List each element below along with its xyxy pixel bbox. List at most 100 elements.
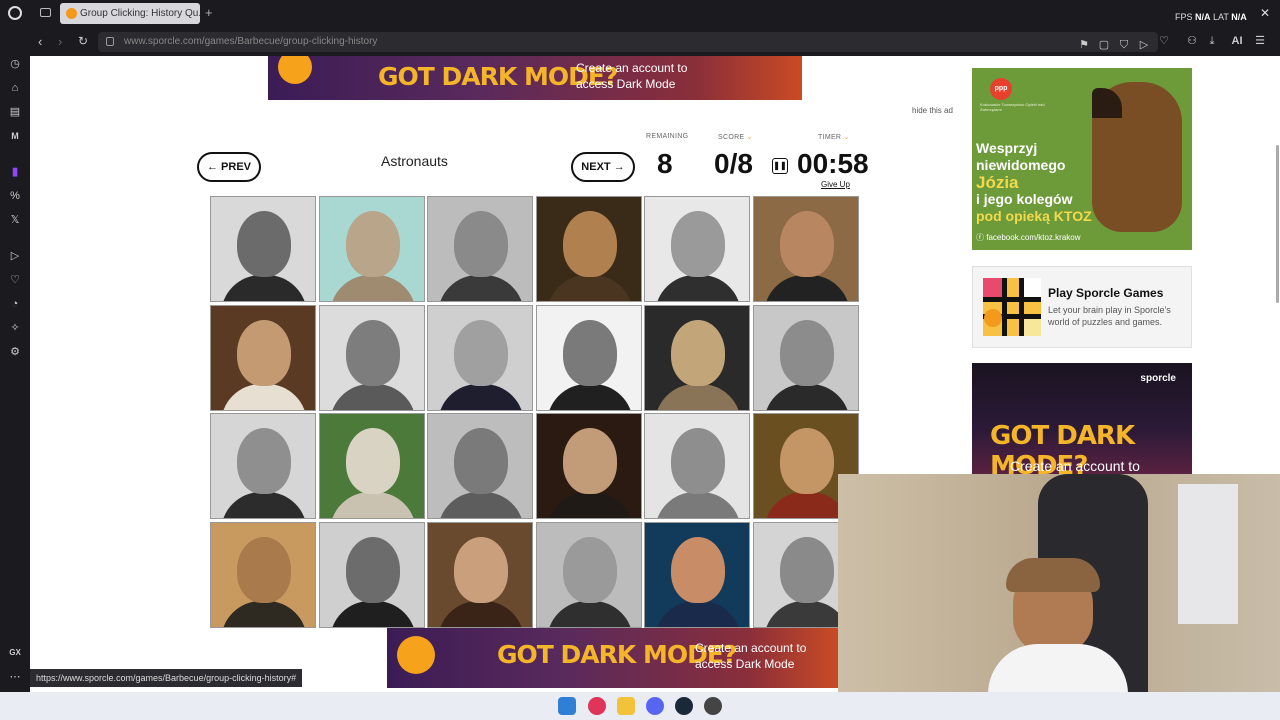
reload-icon[interactable]: ↻ (78, 34, 88, 48)
portrait-face (454, 319, 508, 386)
messenger-icon[interactable]: M (8, 129, 22, 143)
address-bar[interactable]: www.sporcle.com/games/Barbecue/group-cli… (98, 32, 1158, 52)
portrait-tile[interactable] (644, 304, 750, 411)
portrait-tile[interactable] (427, 196, 533, 302)
portrait-tile[interactable] (644, 413, 750, 519)
portrait-tile[interactable] (535, 521, 642, 628)
portrait-face (779, 319, 834, 386)
menu-icon[interactable]: ☰ (1254, 35, 1266, 47)
portrait-tile[interactable] (535, 196, 642, 302)
portrait-face (562, 428, 617, 494)
portrait-tile[interactable] (427, 304, 533, 411)
download-icon[interactable]: ⤓ (1206, 35, 1218, 47)
url-text[interactable]: www.sporcle.com/games/Barbecue/group-cli… (124, 36, 377, 47)
portrait-tile[interactable] (535, 304, 642, 411)
discord-icon[interactable] (646, 697, 664, 715)
play-sporcle-card[interactable]: Play Sporcle Games Let your brain play i… (972, 266, 1192, 348)
portrait-tile[interactable] (318, 413, 425, 519)
percent-icon[interactable]: % (8, 189, 22, 203)
portrait-tile[interactable] (535, 413, 642, 519)
portrait-face (454, 536, 508, 603)
portrait-grid (210, 196, 860, 629)
portrait-body (329, 600, 416, 627)
forward-icon[interactable]: › (58, 34, 62, 49)
arrow-left-icon: ← (206, 161, 218, 173)
history-icon[interactable]: ◔ (8, 297, 22, 311)
tabs-overview-icon[interactable] (40, 8, 51, 17)
portrait-body (546, 275, 633, 301)
ad-banner-top[interactable]: GOT DARK MODE? Create an account to acce… (268, 56, 802, 100)
portrait-body (221, 275, 307, 301)
windows-start-icon[interactable] (558, 697, 576, 715)
portrait-tile[interactable] (318, 196, 425, 302)
gx-control-icon[interactable]: ◷ (8, 57, 22, 71)
portrait-body (763, 492, 850, 518)
portrait-tile[interactable] (318, 521, 425, 628)
sporcle-ball-icon (397, 636, 435, 674)
portrait-tile[interactable] (427, 413, 533, 519)
file-explorer-icon[interactable] (617, 697, 635, 715)
ktoz-ad[interactable]: ppp Krakowskie Towarzystwo Opieki nad Zw… (972, 68, 1192, 250)
portrait-tile[interactable] (644, 196, 750, 302)
heart-icon[interactable]: ♡ (1158, 35, 1170, 47)
shield-icon[interactable]: ⛉ (1118, 39, 1130, 51)
snapshot-icon[interactable]: ▢ (1098, 39, 1110, 51)
ad-cta-bottom: Create an account to access Dark Mode (695, 641, 807, 671)
give-up-link[interactable]: Give Up (821, 180, 850, 189)
dark-mode-side-ad[interactable]: sporcle GOT DARK MODE? Create an account… (972, 363, 1192, 475)
more-icon[interactable]: ⋯ (8, 670, 22, 684)
sporcle-card-desc: Let your brain play in Sporcle's world o… (1048, 305, 1171, 327)
portrait-face (779, 536, 834, 603)
score-label-wrap[interactable]: SCORE ⌄ (718, 133, 753, 141)
ai-button[interactable]: AI (1226, 35, 1248, 47)
portrait-tile[interactable] (752, 196, 859, 302)
portrait-face (345, 211, 400, 277)
close-window-icon[interactable]: ✕ (1260, 6, 1270, 20)
portrait-body (763, 600, 850, 627)
tab-title: Group Clicking: History Qu... (80, 8, 200, 19)
extensions-icon[interactable]: ✧ (8, 321, 22, 335)
x-twitter-icon[interactable]: 𝕏 (8, 213, 22, 227)
prev-button[interactable]: ← PREV (197, 152, 261, 182)
sporcle-brand: sporcle (1140, 373, 1176, 384)
ad-banner-bottom[interactable]: GOT DARK MODE? Create an account to acce… (387, 628, 838, 688)
hide-ad-link[interactable]: hide this ad (912, 106, 953, 115)
bookmark-icon[interactable]: ⚑ (1078, 39, 1090, 51)
play-icon[interactable]: ▷ (1138, 39, 1150, 51)
tab-active[interactable]: Group Clicking: History Qu... (60, 3, 200, 24)
portrait-tile[interactable] (210, 413, 316, 519)
next-button[interactable]: NEXT → (571, 152, 635, 182)
portrait-tile[interactable] (210, 521, 316, 628)
gx-label[interactable]: GX (8, 646, 22, 660)
page-scrollbar[interactable] (1276, 145, 1279, 303)
account-icon[interactable]: ⚇ (1186, 35, 1198, 47)
twitch-icon[interactable]: ▮ (8, 165, 22, 179)
back-icon[interactable]: ‹ (38, 34, 42, 49)
portrait-tile[interactable] (752, 304, 859, 411)
obs-icon[interactable] (704, 697, 722, 715)
quiz-title: Astronauts (381, 153, 448, 169)
opera-gx-taskbar-icon[interactable] (588, 697, 606, 715)
favorites-icon[interactable]: ♡ (8, 273, 22, 287)
portrait-tile[interactable] (210, 304, 316, 411)
chevron-down-icon: ⌄ (746, 134, 753, 141)
facebook-url: facebook.com/ktoz.krakow (986, 233, 1081, 242)
portrait-tile[interactable] (427, 521, 533, 628)
lock-icon (106, 37, 114, 46)
portrait-tile[interactable] (318, 304, 425, 411)
portrait-face (562, 536, 617, 603)
ktoz-text: Wesprzyj niewidomego Józia i jego kolegó… (976, 140, 1106, 225)
portrait-face (454, 211, 508, 277)
opera-logo-icon[interactable] (8, 6, 22, 20)
timer-label-wrap[interactable]: TIMER ⌄ (818, 133, 850, 141)
new-tab-icon[interactable]: + (205, 5, 213, 20)
pause-button[interactable]: ❚❚ (772, 158, 788, 174)
player-icon[interactable]: ▷ (8, 249, 22, 263)
gx-corner-icon[interactable]: ▤ (8, 105, 22, 119)
portrait-tile[interactable] (210, 196, 316, 302)
portrait-face (671, 211, 725, 277)
steam-icon[interactable] (675, 697, 693, 715)
gx-cleaner-icon[interactable]: ⌂ (8, 81, 22, 95)
settings-icon[interactable]: ⚙ (8, 345, 22, 359)
portrait-tile[interactable] (644, 521, 750, 628)
